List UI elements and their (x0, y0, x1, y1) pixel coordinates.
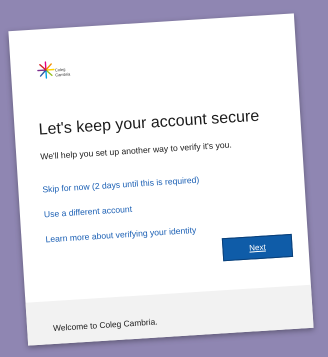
skip-for-now-link[interactable]: Skip for now (2 days until this is requi… (42, 175, 199, 195)
signin-card: Coleg Cambria Let's keep your account se… (8, 13, 314, 346)
footer-welcome-text: Welcome to Coleg Cambria. (52, 316, 158, 334)
starburst-icon (37, 61, 55, 79)
learn-more-link[interactable]: Learn more about verifying your identity (45, 225, 196, 244)
coleg-cambria-logo: Coleg Cambria (36, 59, 72, 87)
page-subtitle: We'll help you set up another way to ver… (40, 139, 233, 162)
logo-text-line2: Cambria (55, 70, 71, 77)
logo-text: Coleg Cambria (55, 67, 71, 77)
page-title: Let's keep your account secure (38, 107, 260, 139)
next-button[interactable]: Next (221, 233, 294, 262)
use-different-account-link[interactable]: Use a different account (44, 204, 133, 220)
footer: Welcome to Coleg Cambria. (25, 284, 314, 346)
